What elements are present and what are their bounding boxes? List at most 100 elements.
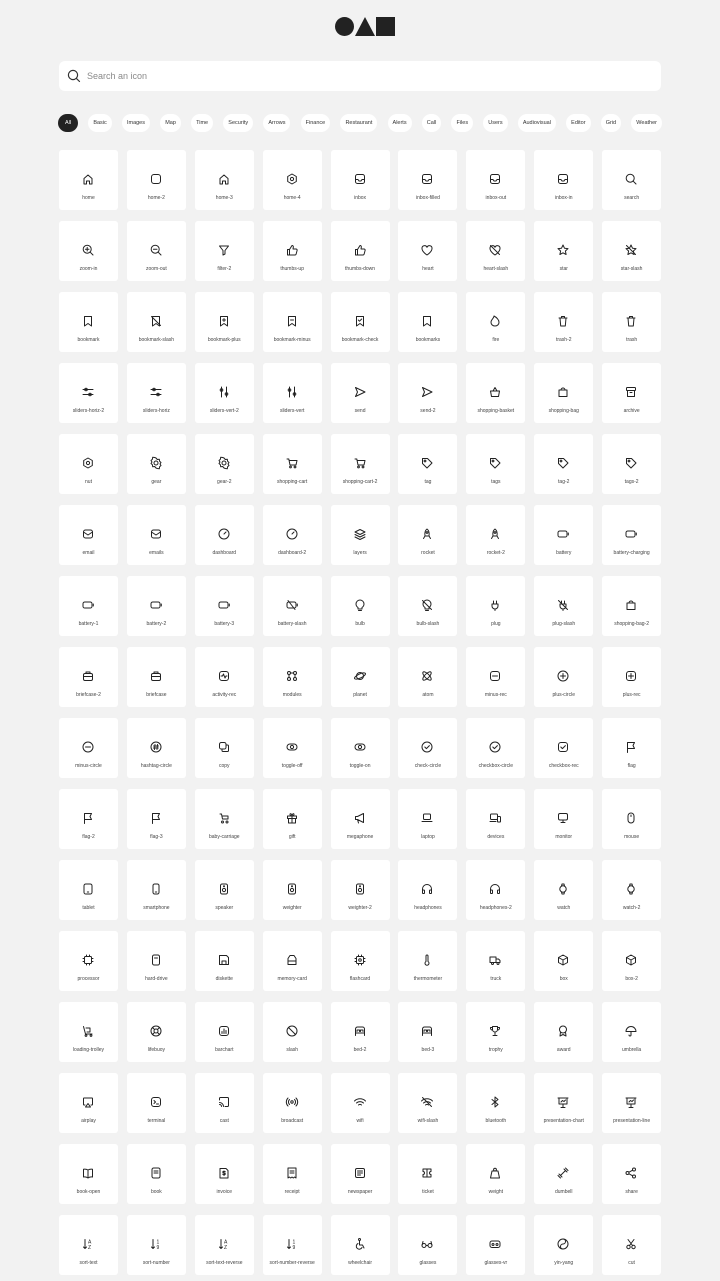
icon-card-newspaper[interactable]: newspaper [330, 1144, 390, 1204]
tab-alerts[interactable]: Alerts [387, 114, 412, 132]
icon-card-bookmark-plus[interactable]: bookmark-plus [194, 292, 254, 352]
icon-card-wifi-slash[interactable]: wifi-slash [398, 1073, 458, 1133]
icon-card-bookmark-slash[interactable]: bookmark-slash [126, 292, 186, 352]
icon-card-toggle-on[interactable]: toggle-on [330, 718, 390, 778]
tab-arrows[interactable]: Arrows [263, 114, 291, 132]
icon-card-weighter[interactable]: weighter [262, 860, 322, 920]
search-input[interactable] [87, 61, 647, 91]
icon-card-battery-3[interactable]: battery-3 [194, 576, 254, 636]
tab-time[interactable]: Time [191, 114, 214, 132]
icon-card-airplay[interactable]: airplay [59, 1073, 118, 1133]
icon-card-diskette[interactable]: diskette [194, 931, 254, 991]
icon-card-inbox-out[interactable]: inbox-out [466, 150, 526, 210]
icon-card-email[interactable]: email [59, 505, 118, 565]
icon-card-bed-3[interactable]: bed-3 [398, 1002, 458, 1062]
icon-card-sliders-horiz-2[interactable]: sliders-horiz-2 [59, 363, 118, 423]
icon-card-atom[interactable]: atom [398, 647, 458, 707]
tab-basic[interactable]: Basic [88, 114, 112, 132]
icon-card-plus-rec[interactable]: plus-rec [602, 647, 662, 707]
icon-card-briefcase-2[interactable]: briefcase-2 [59, 647, 118, 707]
icon-card-hard-drive[interactable]: hard-drive [126, 931, 186, 991]
icon-card-plus-circle[interactable]: plus-circle [534, 647, 594, 707]
icon-card-battery[interactable]: battery [534, 505, 594, 565]
tab-map[interactable]: Map [160, 114, 181, 132]
icon-card-archive[interactable]: archive [602, 363, 662, 423]
icon-card-barchart[interactable]: barchart [194, 1002, 254, 1062]
icon-card-emails[interactable]: emails [126, 505, 186, 565]
icon-card-share[interactable]: share [602, 1144, 662, 1204]
icon-card-watch-2[interactable]: watch-2 [602, 860, 662, 920]
icon-card-yin-yang[interactable]: yin-yang [534, 1215, 594, 1275]
icon-card-modules[interactable]: modules [262, 647, 322, 707]
icon-card-baby-carriage[interactable]: baby-carriage [194, 789, 254, 849]
icon-card-terminal[interactable]: terminal [126, 1073, 186, 1133]
icon-card-shopping-cart-2[interactable]: shopping-cart-2 [330, 434, 390, 494]
icon-card-megaphone[interactable]: megaphone [330, 789, 390, 849]
icon-card-processor[interactable]: processor [59, 931, 118, 991]
icon-card-shopping-bag[interactable]: shopping-bag [534, 363, 594, 423]
icon-card-zoom-in[interactable]: zoom-in [59, 221, 118, 281]
icon-card-tags-2[interactable]: tags-2 [602, 434, 662, 494]
icon-card-minus-rec[interactable]: minus-rec [466, 647, 526, 707]
icon-card-trophy[interactable]: trophy [466, 1002, 526, 1062]
icon-card-rocket-2[interactable]: rocket-2 [466, 505, 526, 565]
icon-card-bulb-slash[interactable]: bulb-slash [398, 576, 458, 636]
icon-card-check-circle[interactable]: check-circle [398, 718, 458, 778]
icon-card-weighter-2[interactable]: weighter-2 [330, 860, 390, 920]
icon-card-smartphone[interactable]: smartphone [126, 860, 186, 920]
tab-audiovisual[interactable]: Audiovisual [517, 114, 556, 132]
tab-users[interactable]: Users [483, 114, 508, 132]
icon-card-checkbox-rec[interactable]: checkbox-rec [534, 718, 594, 778]
icon-card-star-slash[interactable]: star-slash [602, 221, 662, 281]
icon-card-glasses[interactable]: glasses [398, 1215, 458, 1275]
icon-card-lifebuoy[interactable]: lifebuoy [126, 1002, 186, 1062]
icon-card-battery-2[interactable]: battery-2 [126, 576, 186, 636]
icon-card-copy[interactable]: copy [194, 718, 254, 778]
icon-card-battery-charging[interactable]: battery-charging [602, 505, 662, 565]
icon-card-umbrella[interactable]: umbrella [602, 1002, 662, 1062]
icon-card-bed-2[interactable]: bed-2 [330, 1002, 390, 1062]
icon-card-shopping-bag-2[interactable]: shopping-bag-2 [602, 576, 662, 636]
icon-card-truck[interactable]: truck [466, 931, 526, 991]
icon-card-memory-card[interactable]: memory-card [262, 931, 322, 991]
icon-card-activity-rec[interactable]: activity-rec [194, 647, 254, 707]
icon-card-cast[interactable]: cast [194, 1073, 254, 1133]
icon-card-flag-3[interactable]: flag-3 [126, 789, 186, 849]
icon-card-cut[interactable]: cut [602, 1215, 662, 1275]
icon-card-sort-number-reverse[interactable]: 1 9 sort-number-reverse [262, 1215, 322, 1275]
icon-card-tag[interactable]: tag [398, 434, 458, 494]
icon-card-dumbell[interactable]: dumbell [534, 1144, 594, 1204]
icon-card-sort-number[interactable]: 1 9 sort-number [126, 1215, 186, 1275]
icon-card-flag[interactable]: flag [602, 718, 662, 778]
icon-card-sliders-horiz[interactable]: sliders-horiz [126, 363, 186, 423]
icon-card-bookmarks[interactable]: bookmarks [398, 292, 458, 352]
icon-card-gear-2[interactable]: gear-2 [194, 434, 254, 494]
icon-card-watch[interactable]: watch [534, 860, 594, 920]
icon-card-sort-text-reverse[interactable]: A Z sort-text-reverse [194, 1215, 254, 1275]
icon-card-gear[interactable]: gear [126, 434, 186, 494]
icon-card-star[interactable]: star [534, 221, 594, 281]
icon-card-invoice[interactable]: invoice [194, 1144, 254, 1204]
icon-card-laptop[interactable]: laptop [398, 789, 458, 849]
tab-all[interactable]: All [58, 114, 79, 132]
tab-editor[interactable]: Editor [566, 114, 591, 132]
icon-card-monitor[interactable]: monitor [534, 789, 594, 849]
icon-card-bulb[interactable]: bulb [330, 576, 390, 636]
icon-card-home-4[interactable]: home-4 [262, 150, 322, 210]
icon-card-headphones[interactable]: headphones [398, 860, 458, 920]
icon-card-inbox[interactable]: inbox [330, 150, 390, 210]
icon-card-sliders-vert[interactable]: sliders-vert [262, 363, 322, 423]
icon-card-checkbox-circle[interactable]: checkbox-circle [466, 718, 526, 778]
icon-card-speaker[interactable]: speaker [194, 860, 254, 920]
icon-card-presentation-chart[interactable]: presentation-chart [534, 1073, 594, 1133]
icon-card-thermometer[interactable]: thermometer [398, 931, 458, 991]
icon-card-home[interactable]: home [59, 150, 118, 210]
icon-card-trash[interactable]: trash [602, 292, 662, 352]
icon-card-book-open[interactable]: book-open [59, 1144, 118, 1204]
icon-card-receipt[interactable]: receipt [262, 1144, 322, 1204]
icon-card-briefcase[interactable]: briefcase [126, 647, 186, 707]
icon-card-box[interactable]: box [534, 931, 594, 991]
icon-card-layers[interactable]: layers [330, 505, 390, 565]
icon-card-home-3[interactable]: home-3 [194, 150, 254, 210]
icon-card-tags[interactable]: tags [466, 434, 526, 494]
